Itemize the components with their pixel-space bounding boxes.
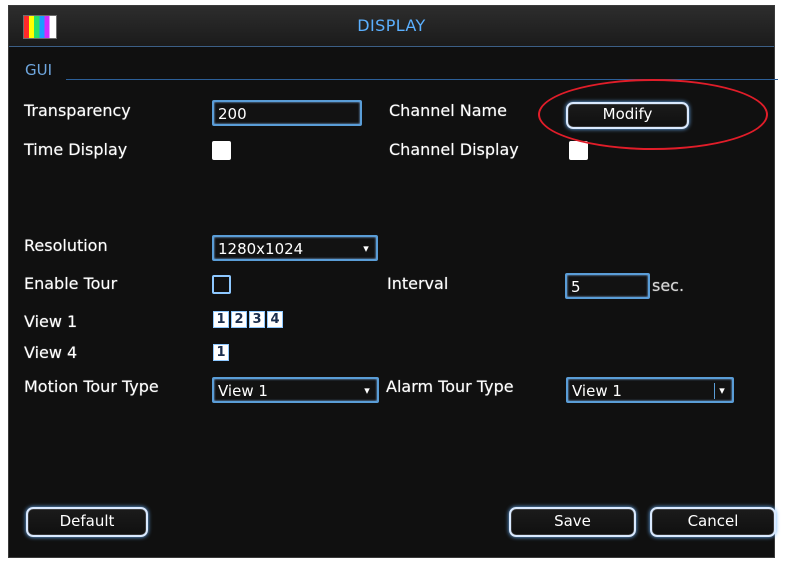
transparency-input[interactable]: 200 <box>212 100 362 126</box>
enable-tour-checkbox[interactable] <box>212 275 231 294</box>
channel-display-checkbox[interactable] <box>569 141 588 160</box>
view-1-label: View 1 <box>24 312 78 331</box>
channel-name-label: Channel Name <box>389 101 507 120</box>
view-1-channel-2[interactable]: 2 <box>231 311 247 328</box>
default-button[interactable]: Default <box>26 507 148 537</box>
view-4-label: View 4 <box>24 343 78 362</box>
transparency-label: Transparency <box>24 101 131 120</box>
alarm-tour-type-label: Alarm Tour Type <box>386 377 514 396</box>
view-4-channel-1[interactable]: 1 <box>213 344 229 361</box>
display-window: DISPLAY GUI Transparency 200 Channel Nam… <box>8 5 778 558</box>
alarm-tour-type-dropdown[interactable]: View 1 ▾ <box>566 377 734 403</box>
title-bar: DISPLAY <box>9 6 774 47</box>
resolution-label: Resolution <box>24 236 108 255</box>
channel-display-label: Channel Display <box>389 140 519 159</box>
view-1-channel-3[interactable]: 3 <box>249 311 265 328</box>
time-display-checkbox[interactable] <box>212 141 231 160</box>
interval-input[interactable]: 5 <box>565 273 650 299</box>
chevron-down-icon: ▾ <box>364 384 370 397</box>
chevron-down-icon: ▾ <box>363 242 369 255</box>
motion-tour-type-label: Motion Tour Type <box>24 377 159 396</box>
view-1-channel-4[interactable]: 4 <box>267 311 283 328</box>
time-display-label: Time Display <box>24 140 128 159</box>
section-label-gui: GUI <box>25 61 53 79</box>
interval-label: Interval <box>387 274 449 293</box>
section-divider <box>66 79 778 80</box>
motion-tour-value: View 1 <box>218 382 268 400</box>
save-button[interactable]: Save <box>509 507 636 537</box>
interval-unit: sec. <box>652 276 685 295</box>
window-title: DISPLAY <box>357 16 426 35</box>
alarm-tour-value: View 1 <box>572 382 622 400</box>
modify-button[interactable]: Modify <box>566 102 689 129</box>
chevron-down-icon: ▾ <box>714 383 729 399</box>
resolution-dropdown[interactable]: 1280x1024 ▾ <box>212 235 378 261</box>
enable-tour-label: Enable Tour <box>24 274 118 293</box>
view-1-channel-1[interactable]: 1 <box>213 311 229 328</box>
motion-tour-type-dropdown[interactable]: View 1 ▾ <box>212 377 379 403</box>
cancel-button[interactable]: Cancel <box>650 507 776 537</box>
resolution-value: 1280x1024 <box>218 240 304 258</box>
